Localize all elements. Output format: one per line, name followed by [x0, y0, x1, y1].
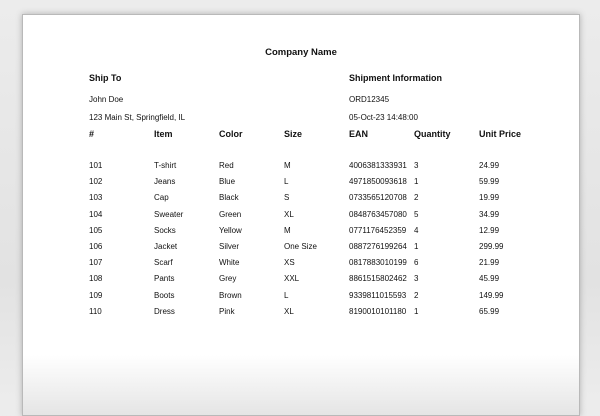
item-name: Pants — [154, 274, 175, 284]
item-name: Sweater — [154, 209, 184, 219]
row-number: 107 — [89, 258, 103, 268]
row-number: 101 — [89, 161, 103, 170]
item-size: S — [284, 193, 290, 203]
ship-to-label: Ship To — [89, 73, 122, 83]
item-quantity: 2 — [414, 290, 419, 300]
item-color: Red — [219, 161, 234, 170]
item-ean: 0887276199264 — [349, 241, 407, 251]
item-unit-price: 34.99 — [479, 209, 500, 219]
row-number: 109 — [89, 290, 103, 300]
item-name: Jacket — [154, 241, 178, 251]
item-color: White — [219, 258, 240, 268]
item-unit-price: 45.99 — [479, 274, 500, 284]
item-quantity: 5 — [414, 209, 419, 219]
item-size: XS — [284, 258, 295, 268]
item-name: Cap — [154, 193, 169, 203]
col-header-color: Color — [219, 129, 243, 139]
item-ean: 4006381333931 — [349, 161, 407, 170]
item-color: Blue — [219, 177, 236, 187]
item-name: Socks — [154, 225, 176, 235]
item-quantity: 2 — [414, 193, 419, 203]
item-ean: 0817883010199 — [349, 258, 407, 268]
item-name: Jeans — [154, 177, 176, 187]
ship-to-address: 123 Main St, Springfield, IL — [89, 113, 186, 122]
item-size: L — [284, 177, 289, 187]
document-page: Company Name Ship To John Doe 123 Main S… — [22, 14, 580, 416]
col-header-quantity: Quantity — [414, 129, 451, 139]
item-unit-price: 59.99 — [479, 177, 500, 187]
item-size: XXL — [284, 274, 300, 284]
item-color: Brown — [219, 290, 242, 300]
item-unit-price: 24.99 — [479, 161, 500, 170]
item-name: Scarf — [154, 258, 173, 268]
col-header-ean: EAN — [349, 129, 369, 139]
item-size: One Size — [284, 241, 317, 251]
ship-to-name: John Doe — [89, 95, 124, 104]
item-quantity: 6 — [414, 258, 419, 268]
item-ean: 8861515802462 — [349, 274, 407, 284]
row-number: 104 — [89, 209, 103, 219]
item-unit-price: 65.99 — [479, 306, 500, 316]
item-name: Boots — [154, 290, 175, 300]
item-ean: 0848763457080 — [349, 209, 407, 219]
item-color: Pink — [219, 306, 235, 316]
item-quantity: 4 — [414, 225, 419, 235]
item-color: Silver — [219, 241, 240, 251]
item-quantity: 3 — [414, 274, 419, 284]
item-ean: 0733565120708 — [349, 193, 407, 203]
row-number: 103 — [89, 193, 103, 203]
item-ean: 0771176452359 — [349, 225, 407, 235]
item-size: L — [284, 290, 289, 300]
row-number: 108 — [89, 274, 103, 284]
item-name: T-shirt — [154, 161, 177, 170]
item-quantity: 1 — [414, 177, 419, 187]
col-header-size: Size — [284, 129, 303, 139]
item-size: M — [284, 161, 291, 170]
order-number: ORD12345 — [349, 95, 390, 104]
item-unit-price: 21.99 — [479, 258, 500, 268]
col-header-unit-price: Unit Price — [479, 129, 522, 139]
row-number: 105 — [89, 225, 103, 235]
item-unit-price: 299.99 — [479, 241, 504, 251]
col-header-item: Item — [154, 129, 173, 139]
item-size: XL — [284, 209, 294, 219]
item-color: Yellow — [219, 225, 242, 235]
item-quantity: 1 — [414, 241, 419, 251]
col-header-number: # — [89, 129, 95, 139]
item-name: Dress — [154, 306, 175, 316]
item-size: M — [284, 225, 291, 235]
row-number: 110 — [89, 306, 102, 316]
shipment-date: 05-Oct-23 14:48:00 — [349, 113, 418, 122]
row-number: 102 — [89, 177, 103, 187]
company-name: Company Name — [265, 47, 337, 58]
item-ean: 8190010101180 — [349, 306, 407, 316]
item-unit-price: 12.99 — [479, 225, 500, 235]
item-color: Black — [219, 193, 239, 203]
row-number: 106 — [89, 241, 103, 251]
item-unit-price: 149.99 — [479, 290, 504, 300]
item-quantity: 3 — [414, 161, 419, 170]
item-ean: 4971850093618 — [349, 177, 407, 187]
item-color: Grey — [219, 274, 237, 284]
item-ean: 9339811015593 — [349, 290, 407, 300]
item-size: XL — [284, 306, 294, 316]
item-color: Green — [219, 209, 242, 219]
shipment-info-label: Shipment Information — [349, 73, 442, 83]
item-unit-price: 19.99 — [479, 193, 500, 203]
item-quantity: 1 — [414, 306, 419, 316]
